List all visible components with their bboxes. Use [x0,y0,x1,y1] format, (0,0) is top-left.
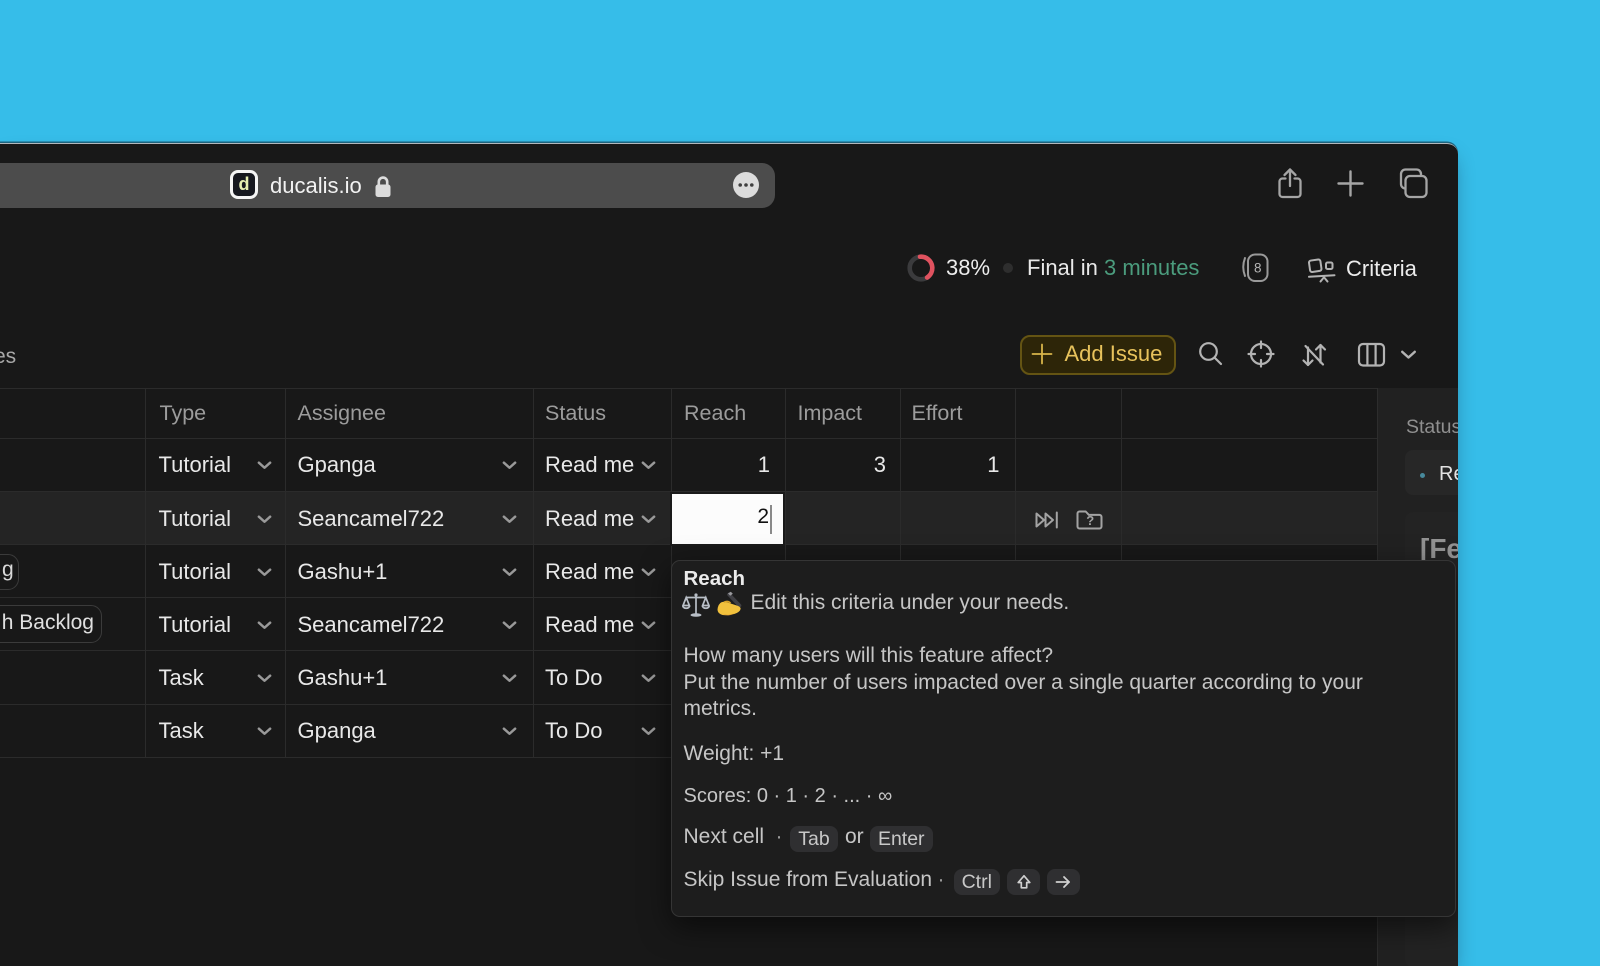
svg-text:8: 8 [1254,261,1262,276]
svg-text:?: ? [1086,513,1094,528]
